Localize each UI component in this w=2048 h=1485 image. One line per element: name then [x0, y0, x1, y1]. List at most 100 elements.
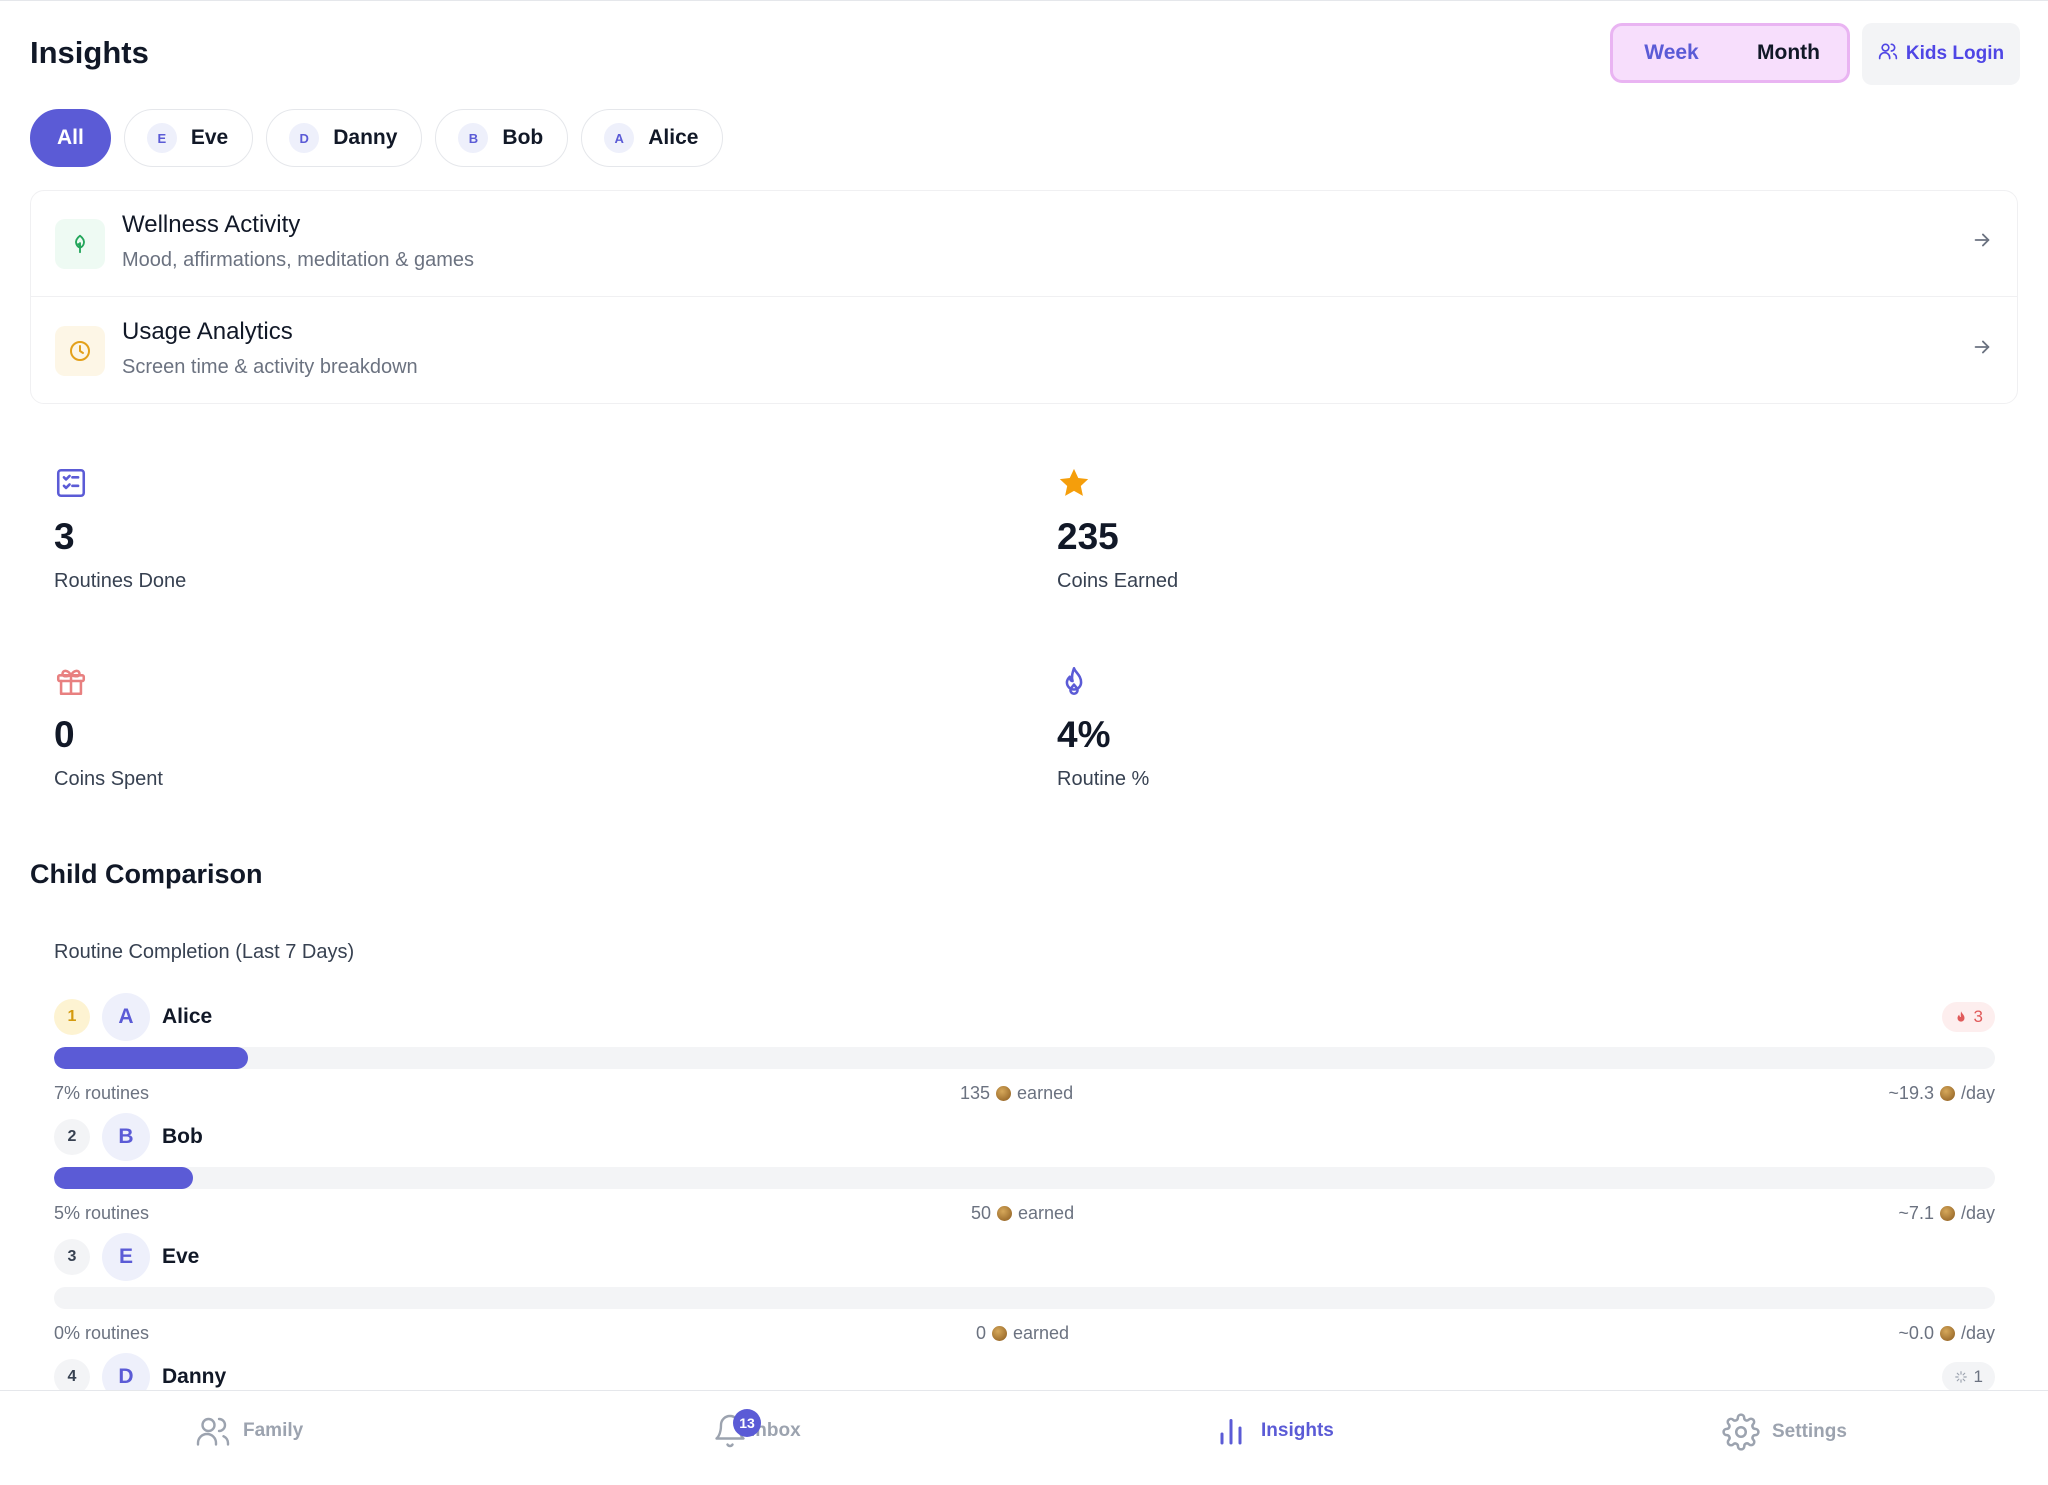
chip-label: Eve	[190, 126, 229, 149]
progress-track	[54, 1167, 1995, 1189]
filter-chip-bob[interactable]: B Bob	[435, 109, 569, 167]
earned-text: 135 earned	[960, 1083, 1074, 1103]
insights-page: Insights Week Month Kids Login All E Eve…	[0, 0, 2048, 1390]
page-title: Insights	[30, 35, 149, 70]
kids-login-button[interactable]: Kids Login	[1862, 23, 2020, 85]
coin-icon	[1939, 1206, 1955, 1221]
month-tab[interactable]: Month	[1730, 41, 1847, 65]
coin-icon	[1939, 1326, 1955, 1341]
coin-icon	[997, 1206, 1013, 1221]
arrow-right-icon	[1971, 229, 1993, 256]
avatar: B	[102, 1113, 150, 1161]
earned-text: 50 earned	[971, 1203, 1075, 1223]
rank-badge: 3	[54, 1239, 90, 1275]
gift-icon	[54, 664, 88, 703]
stat-coins-earned: 235 Coins Earned	[1057, 466, 1457, 606]
filter-chip-all[interactable]: All	[30, 109, 111, 167]
sparkle-badge: 1	[1941, 1362, 1995, 1390]
stat-label: Coins Earned	[1057, 570, 1179, 592]
users-icon	[1878, 41, 1898, 67]
chip-label: Alice	[648, 126, 699, 149]
nav-subtitle: Mood, affirmations, meditation & games	[122, 249, 475, 271]
coin-icon	[1939, 1086, 1955, 1101]
stat-value: 4%	[1057, 714, 1111, 755]
sparkle-icon	[1954, 1371, 1967, 1383]
inbox-count-badge: 13	[733, 1409, 761, 1437]
stat-label: Routines Done	[54, 570, 187, 592]
stat-label: Routine %	[1057, 768, 1150, 790]
stat-routine-percent: 4% Routine %	[1057, 664, 1457, 804]
bottom-nav: Family Inbox 13 Insights Settings	[0, 1390, 2048, 1485]
per-day-text: ~0.0/day	[1898, 1323, 1995, 1343]
usage-analytics-link[interactable]: Usage Analytics Screen time & activity b…	[31, 298, 2017, 404]
stat-coins-spent: 0 Coins Spent	[54, 664, 454, 804]
insights-nav-card: Wellness Activity Mood, affirmations, me…	[30, 190, 2018, 404]
star-icon	[1057, 466, 1091, 505]
stat-routines-done: 3 Routines Done	[54, 466, 454, 606]
chip-label: Bob	[502, 126, 544, 149]
stat-value: 235	[1057, 516, 1119, 557]
progress-fill	[54, 1167, 193, 1189]
streak-badge: 3	[1941, 1002, 1995, 1032]
bar-chart-icon	[1220, 1419, 1242, 1445]
progress-track	[54, 1287, 1995, 1309]
checklist-icon	[54, 466, 88, 505]
section-subtitle: Routine Completion (Last 7 Days)	[54, 941, 355, 963]
progress-track	[54, 1047, 1995, 1069]
progress-fill	[54, 1047, 249, 1069]
gear-icon	[1722, 1413, 1760, 1451]
child-name: Bob	[162, 1125, 203, 1148]
tab-family[interactable]: Family	[195, 1413, 303, 1449]
period-toggle: Week Month	[1610, 23, 1850, 83]
wellness-activity-link[interactable]: Wellness Activity Mood, affirmations, me…	[31, 191, 2017, 297]
comparison-row: 1 A Alice 3 7% routines 135 earned ~19.3/…	[54, 993, 1995, 1119]
stat-value: 3	[54, 516, 75, 557]
rank-badge: 1	[54, 999, 90, 1035]
earned-text: 0 earned	[976, 1323, 1070, 1343]
header: Insights Week Month Kids Login	[30, 23, 2020, 85]
avatar: E	[102, 1233, 150, 1281]
coin-icon	[996, 1086, 1012, 1101]
child-filter-chips: All E Eve D Danny B Bob A Alice	[30, 109, 724, 167]
filter-chip-eve[interactable]: E Eve	[123, 109, 254, 167]
avatar: E	[146, 123, 177, 153]
stat-label: Coins Spent	[54, 768, 163, 790]
routines-text: 0% routines	[54, 1323, 150, 1343]
chip-label: Danny	[333, 126, 398, 149]
rank-badge: 2	[54, 1119, 90, 1155]
avatar: B	[458, 123, 489, 153]
stat-value: 0	[54, 714, 75, 755]
comparison-row: 2 B Bob 5% routines 50 earned ~7.1/day	[54, 1113, 1995, 1239]
filter-chip-danny[interactable]: D Danny	[266, 109, 423, 167]
comparison-row: 4 D Danny 1	[54, 1353, 1995, 1390]
tab-insights[interactable]: Insights	[1213, 1413, 1334, 1449]
tab-label: Insights	[1261, 1420, 1334, 1441]
filter-chip-alice[interactable]: A Alice	[581, 109, 724, 167]
sparkle-count: 1	[1973, 1367, 1983, 1386]
routines-text: 7% routines	[54, 1083, 150, 1103]
sprout-icon	[55, 218, 105, 269]
flame-icon	[1057, 664, 1091, 703]
nav-title: Usage Analytics	[122, 318, 293, 345]
avatar: A	[604, 123, 635, 153]
users-icon	[196, 1417, 230, 1446]
streak-count: 3	[1973, 1007, 1983, 1026]
nav-title: Wellness Activity	[122, 211, 301, 238]
nav-subtitle: Screen time & activity breakdown	[122, 356, 418, 378]
arrow-right-icon	[1971, 336, 1993, 363]
per-day-text: ~7.1/day	[1898, 1203, 1995, 1223]
flame-icon	[1957, 1011, 1965, 1022]
avatar: A	[102, 993, 150, 1041]
per-day-text: ~19.3/day	[1888, 1083, 1995, 1103]
section-title: Child Comparison	[30, 859, 263, 889]
avatar: D	[289, 123, 320, 153]
tab-label: Family	[243, 1420, 304, 1441]
coin-icon	[992, 1326, 1008, 1341]
routines-text: 5% routines	[54, 1203, 150, 1223]
child-name: Eve	[162, 1245, 200, 1268]
tab-settings[interactable]: Settings	[1722, 1413, 1847, 1451]
child-name: Alice	[162, 1005, 213, 1028]
week-tab[interactable]: Week	[1613, 41, 1730, 65]
tab-label: Settings	[1772, 1421, 1847, 1442]
avatar: D	[102, 1353, 150, 1390]
